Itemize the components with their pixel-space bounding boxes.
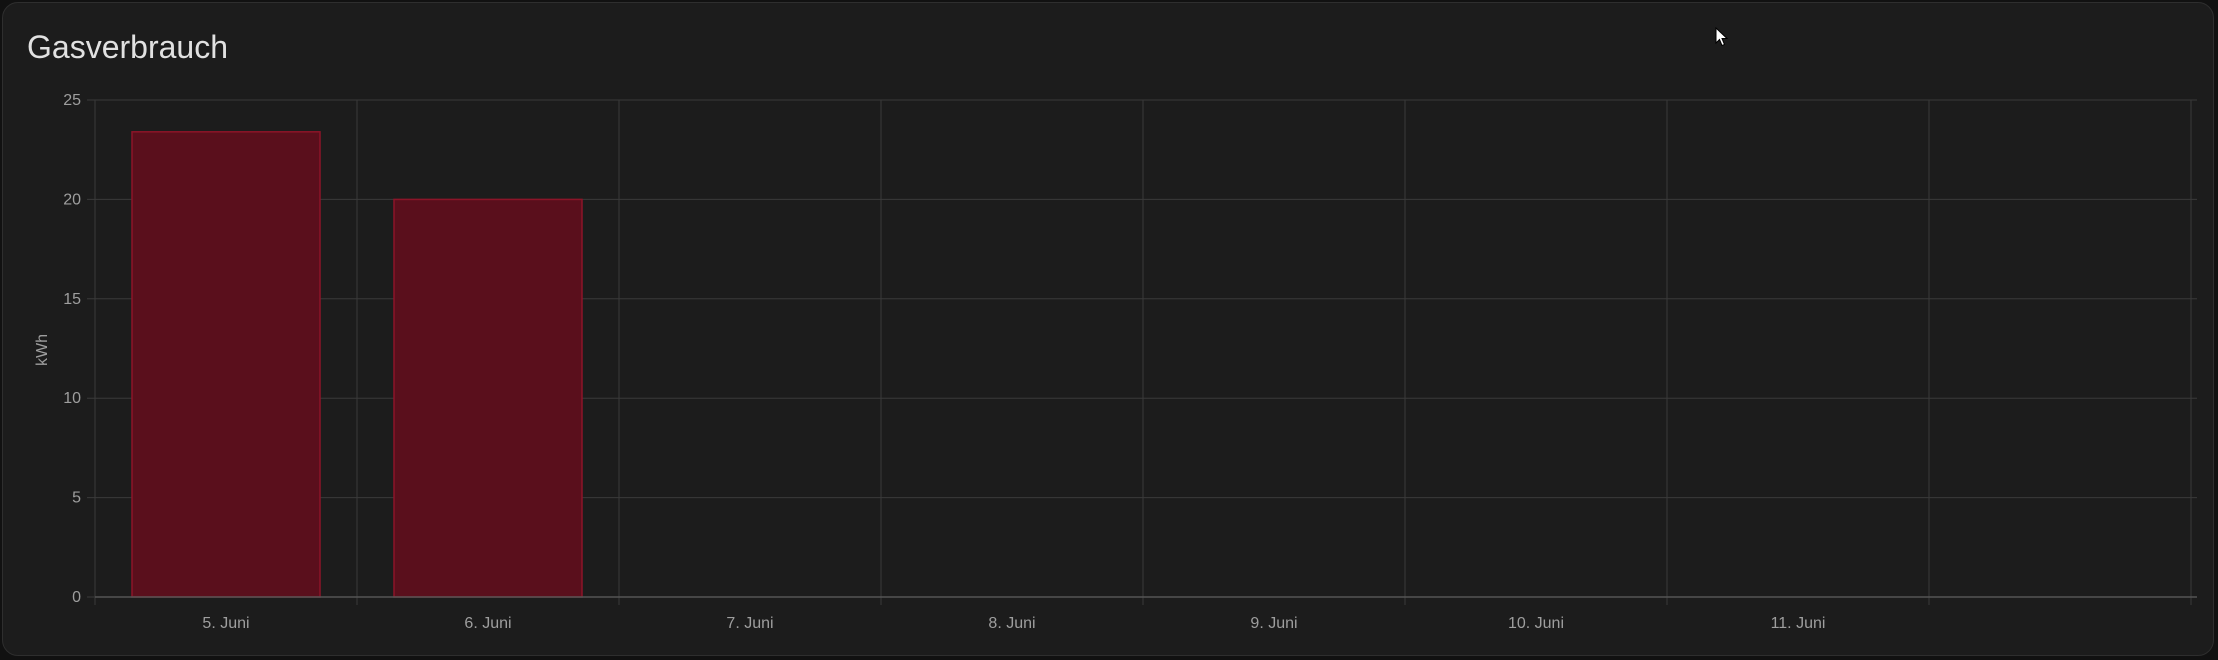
- x-tick-label: 9. Juni: [1250, 615, 1297, 632]
- x-tick-label: 7. Juni: [726, 615, 773, 632]
- y-axis-title: kWh: [34, 334, 51, 366]
- mouse-cursor-icon: [1715, 27, 1729, 47]
- bar-chart: 0 5 10 15 20 25 5. Juni 6. Juni 7. Juni 8. Juni 9.…: [34, 92, 2197, 632]
- y-tick-label: 0: [72, 589, 81, 606]
- chart-axes: 0 5 10 15 20 25 5. Juni 6. Juni 7. Juni 8. Juni 9.…: [63, 92, 2197, 632]
- x-tick-label: 5. Juni: [202, 615, 249, 632]
- chart-card: Gasverbrauch 0 5 10 15 20 25 5. Juni 6. Juni 7. …: [2, 2, 2214, 656]
- y-tick-label: 15: [63, 291, 81, 308]
- y-tick-label: 10: [63, 390, 81, 407]
- bar[interactable]: [393, 198, 583, 598]
- x-tick-label: 8. Juni: [988, 615, 1035, 632]
- bar[interactable]: [131, 131, 321, 598]
- x-tick-label: 6. Juni: [464, 615, 511, 632]
- x-tick-label: 11. Juni: [1771, 615, 1826, 632]
- y-tick-label: 20: [63, 191, 81, 208]
- y-tick-label: 25: [63, 92, 81, 109]
- y-tick-label: 5: [72, 490, 81, 507]
- x-tick-label: 10. Juni: [1508, 615, 1564, 632]
